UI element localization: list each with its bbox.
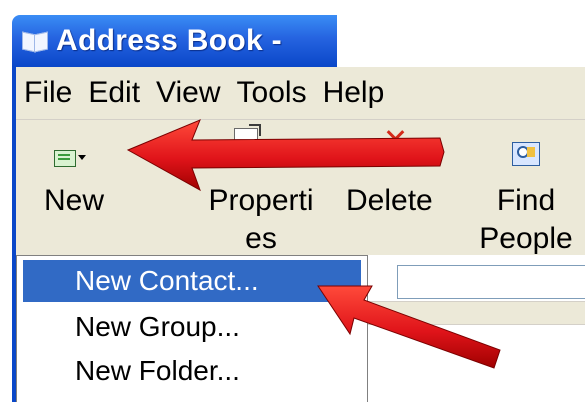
menu-tools[interactable]: Tools <box>237 76 323 110</box>
new-contact-label: New Contact... <box>75 265 259 296</box>
menu-view-label: View <box>156 76 221 109</box>
title-bar[interactable]: Address Book - <box>12 15 337 67</box>
properties-label-line1: Properti <box>208 184 314 217</box>
delete-button[interactable]: Delete <box>346 182 433 220</box>
find-label-line2: People <box>479 222 573 255</box>
toolbar: New Properti es Delete Find People <box>16 120 585 255</box>
properties-button[interactable]: Properti es <box>181 182 341 258</box>
find-people-icon[interactable] <box>512 142 540 166</box>
properties-icon[interactable] <box>234 124 261 148</box>
menu-edit[interactable]: Edit <box>88 76 156 110</box>
new-button-label: New <box>44 184 105 217</box>
menu-help[interactable]: Help <box>323 76 401 110</box>
new-dropdown-menu: New Contact... New Group... New Folder..… <box>16 255 368 402</box>
content-pane <box>365 255 585 402</box>
find-people-button[interactable]: Find People <box>456 182 585 258</box>
menu-help-label: Help <box>322 76 385 109</box>
menu-view[interactable]: View <box>156 76 236 110</box>
delete-x-icon[interactable] <box>382 128 408 148</box>
menu-tools-label: Tools <box>236 76 307 109</box>
find-label-line1: Find <box>496 184 556 217</box>
menu-item-new-folder[interactable]: New Folder... <box>23 350 361 392</box>
new-folder-label: New Folder... <box>75 355 240 386</box>
delete-button-label: Delete <box>346 184 433 217</box>
address-book-window: Address Book - File Edit View Tools Help… <box>0 0 585 402</box>
menu-edit-label: Edit <box>88 76 141 109</box>
list-header <box>365 301 585 325</box>
menu-bar: File Edit View Tools Help <box>16 67 585 120</box>
search-input[interactable] <box>397 265 585 299</box>
menu-item-new-group[interactable]: New Group... <box>23 306 361 348</box>
menu-file-label: File <box>24 76 73 109</box>
chevron-down-icon[interactable] <box>78 155 86 160</box>
properties-label-line2: es <box>245 222 277 255</box>
new-button[interactable]: New <box>44 182 104 220</box>
new-group-label: New Group... <box>75 311 240 342</box>
window-title: Address Book - <box>56 24 282 57</box>
menu-item-new-contact[interactable]: New Contact... <box>23 260 361 302</box>
new-contact-card-icon[interactable] <box>54 150 76 167</box>
address-book-icon <box>22 30 48 53</box>
menu-file[interactable]: File <box>24 76 88 110</box>
